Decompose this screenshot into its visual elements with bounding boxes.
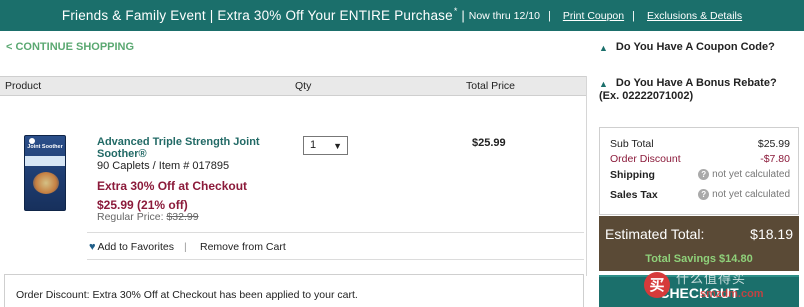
regular-price-value: $32.99 xyxy=(166,211,199,223)
quantity-select[interactable]: 1 ▼ xyxy=(303,136,348,155)
add-to-favorites-label: Add to Favorites xyxy=(97,241,174,253)
promo-asterisk: * xyxy=(453,5,458,16)
bonus-rebate-label: Do You Have A Bonus Rebate? xyxy=(615,77,777,89)
product-sale-price: $25.99 (21% off) xyxy=(97,198,188,212)
heart-icon: ♥ xyxy=(89,241,96,253)
summary-shipping: Shipping ? not yet calculated xyxy=(610,169,790,181)
action-divider: | xyxy=(184,241,187,253)
question-icon[interactable]: ? xyxy=(698,169,710,180)
coupon-code-label: Do You Have A Coupon Code? xyxy=(615,41,775,53)
continue-shopping-link[interactable]: < CONTINUE SHOPPING xyxy=(6,41,134,53)
header-total-price: Total Price xyxy=(466,80,516,92)
product-promo-text: Extra 30% Off at Checkout xyxy=(97,179,248,193)
add-to-favorites-link[interactable]: ♥ Add to Favorites xyxy=(89,241,174,253)
order-discount-notice: Order Discount: Extra 30% Off at Checkou… xyxy=(4,274,584,307)
promo-separator: | xyxy=(632,9,635,22)
exclusions-link[interactable]: Exclusions & Details xyxy=(647,10,742,22)
summary-subtotal: Sub Total $25.99 xyxy=(610,138,790,150)
promo-separator: | xyxy=(461,8,465,23)
product-regular-price: Regular Price: $32.99 xyxy=(97,211,199,223)
summary-discount: Order Discount -$7.80 xyxy=(610,153,790,165)
promo-dates: Now thru 12/10 xyxy=(468,9,540,22)
product-image-label: Joint Soother xyxy=(27,144,63,150)
question-icon[interactable]: ? xyxy=(698,189,710,200)
remove-from-cart-link[interactable]: Remove from Cart xyxy=(200,241,286,253)
cart-table-header: Product Qty Total Price xyxy=(0,76,586,96)
sidebar-links: ▲ Do You Have A Coupon Code? ▲ Do You Ha… xyxy=(599,41,777,102)
rebate-example: (Ex. 02222071002) xyxy=(599,90,694,102)
promo-banner: Friends & Family Event | Extra 30% Off Y… xyxy=(0,0,804,31)
checkout-button[interactable]: CHECKOUT xyxy=(599,275,799,307)
tax-label: Sales Tax xyxy=(610,189,658,201)
shipping-pending: ? not yet calculated xyxy=(698,169,790,180)
triangle-up-icon: ▲ xyxy=(599,79,608,89)
estimated-total-panel: Estimated Total: $18.19 Total Savings $1… xyxy=(599,216,799,271)
subtotal-value: $25.99 xyxy=(757,138,790,150)
header-qty: Qty xyxy=(295,80,312,92)
promo-headline: Friends & Family Event | Extra 30% Off Y… xyxy=(61,8,453,23)
print-coupon-link[interactable]: Print Coupon xyxy=(563,10,624,22)
bonus-rebate-toggle[interactable]: ▲ Do You Have A Bonus Rebate? xyxy=(599,77,777,89)
tax-pending: ? not yet calculated xyxy=(698,189,790,200)
order-summary: Sub Total $25.99 Order Discount -$7.80 S… xyxy=(599,127,799,215)
tax-value: not yet calculated xyxy=(712,189,790,200)
subtotal-label: Sub Total xyxy=(610,138,654,150)
shipping-label: Shipping xyxy=(610,169,655,181)
header-product: Product xyxy=(5,80,42,92)
chevron-down-icon: ▼ xyxy=(333,141,342,151)
item-actions: ♥ Add to Favorites | Remove from Cart xyxy=(87,232,584,260)
coupon-code-toggle[interactable]: ▲ Do You Have A Coupon Code? xyxy=(599,41,777,53)
total-savings: Total Savings $14.80 xyxy=(645,253,753,265)
shipping-value: not yet calculated xyxy=(712,169,790,180)
cart-panel-border xyxy=(586,76,587,276)
discount-value: -$7.80 xyxy=(760,153,790,165)
estimated-total-value: $18.19 xyxy=(750,226,793,242)
product-details: 90 Caplets / Item # 017895 xyxy=(97,160,230,172)
promo-separator: | xyxy=(547,9,551,22)
product-image[interactable]: Joint Soother xyxy=(24,135,66,211)
joint-graphic-icon xyxy=(33,172,59,194)
estimated-total-label: Estimated Total: xyxy=(605,226,705,242)
product-image-band xyxy=(25,156,65,166)
discount-label: Order Discount xyxy=(610,153,681,165)
regular-price-label: Regular Price: xyxy=(97,211,164,223)
quantity-value: 1 xyxy=(310,139,317,151)
line-total-price: $25.99 xyxy=(472,137,506,149)
product-name-link[interactable]: Advanced Triple Strength Joint Soother® xyxy=(97,136,287,160)
summary-sales-tax: Sales Tax ? not yet calculated xyxy=(610,189,790,201)
triangle-up-icon: ▲ xyxy=(599,43,608,53)
